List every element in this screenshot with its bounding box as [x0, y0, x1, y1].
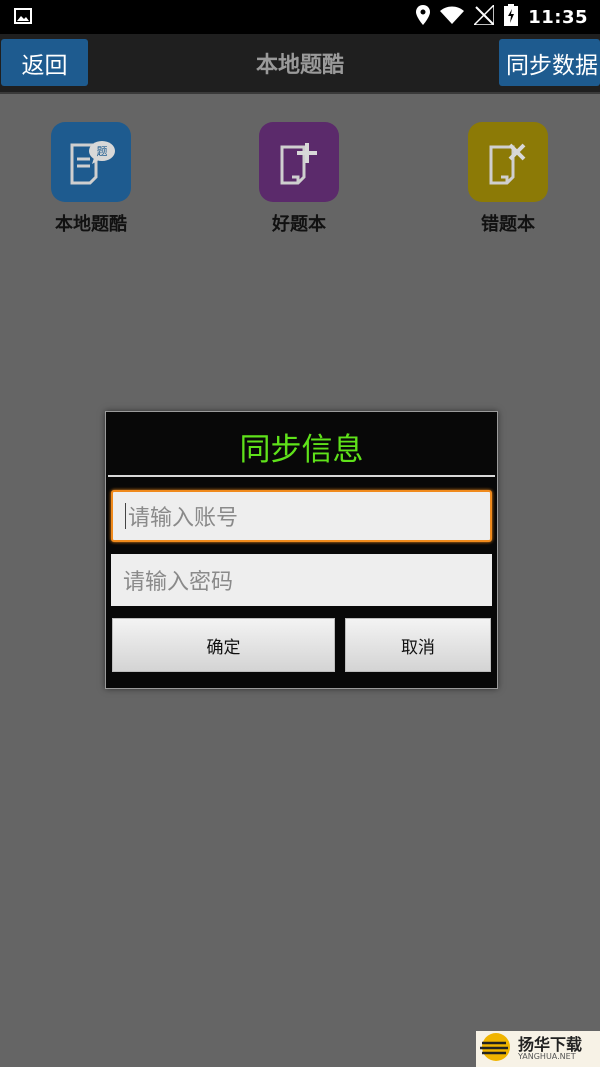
- site-watermark: 扬华下载 YANGHUA.NET: [476, 1031, 600, 1067]
- question-bubble-icon: 题: [51, 122, 131, 202]
- watermark-name: 扬华下载: [518, 1035, 583, 1054]
- password-input[interactable]: 请输入密码: [111, 554, 492, 606]
- feature-wrong-questions[interactable]: 错题本: [448, 122, 568, 236]
- yanghua-logo-icon: [476, 1031, 516, 1067]
- wrong-note-icon: [468, 122, 548, 202]
- feature-label: 好题本: [272, 214, 326, 235]
- app-bar: 本地题酷 返回 同步数据: [0, 34, 600, 94]
- account-input[interactable]: 请输入账号: [111, 490, 492, 542]
- dialog-divider: [108, 475, 495, 477]
- sync-info-dialog: 同步信息 请输入账号 请输入密码 确定 取消: [105, 411, 498, 689]
- confirm-button[interactable]: 确定: [112, 618, 335, 672]
- image-icon: [14, 8, 32, 28]
- feature-label: 本地题酷: [55, 214, 127, 235]
- status-bar: 11:35: [0, 0, 600, 34]
- cancel-button[interactable]: 取消: [345, 618, 491, 672]
- password-placeholder: 请输入密码: [123, 570, 234, 595]
- dialog-title: 同步信息: [239, 432, 364, 468]
- sync-data-button[interactable]: 同步数据: [499, 39, 600, 86]
- clock: 11:35: [528, 6, 588, 28]
- watermark-domain: YANGHUA.NET: [518, 1052, 576, 1061]
- account-placeholder: 请输入账号: [128, 506, 239, 531]
- back-button[interactable]: 返回: [1, 39, 88, 86]
- battery-charging-icon: [504, 4, 519, 30]
- feature-local-quiz[interactable]: 题 本地题酷: [31, 122, 151, 236]
- feature-label: 错题本: [481, 214, 535, 235]
- text-cursor: [125, 503, 126, 529]
- no-signal-icon: [472, 3, 495, 29]
- location-icon: [416, 5, 431, 29]
- feature-good-questions[interactable]: 好题本: [239, 122, 359, 236]
- add-note-icon: [259, 122, 339, 202]
- wifi-icon: [440, 6, 465, 28]
- svg-text:题: 题: [97, 145, 108, 158]
